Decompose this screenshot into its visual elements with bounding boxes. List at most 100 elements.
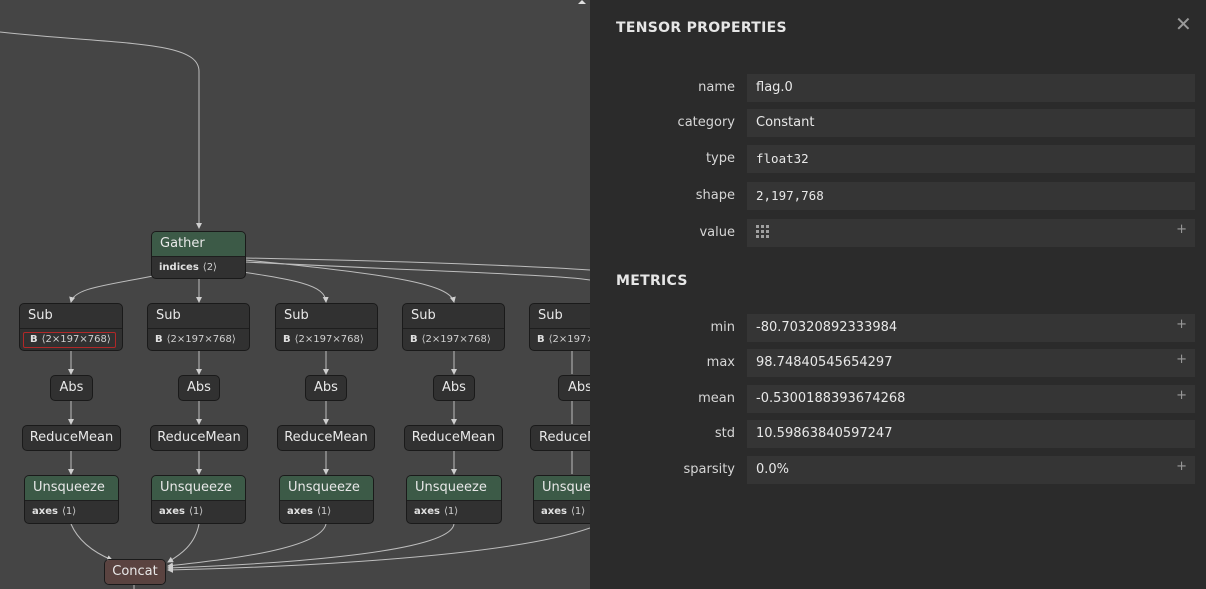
attr-value: ⟨2×197×768⟩	[294, 334, 364, 345]
expand-icon[interactable]: +	[1176, 315, 1187, 335]
property-value[interactable]: Constant	[747, 109, 1195, 137]
node-sub[interactable]: Sub B⟨2×197×768⟩	[147, 303, 250, 351]
metric-value[interactable]: 0.0% +	[747, 456, 1195, 484]
property-value[interactable]: flag.0	[747, 74, 1195, 102]
grid-dots-icon[interactable]	[756, 225, 769, 238]
metric-value[interactable]: -80.70320892333984 +	[747, 314, 1195, 342]
attr-value: ⟨2⟩	[202, 262, 217, 273]
node-unsqueeze[interactable]: Unsqueeze axes⟨1⟩	[151, 475, 246, 524]
node-reducemean[interactable]: ReduceMean	[277, 425, 375, 451]
metric-row-std: std 10.59863840597247	[590, 420, 1206, 448]
node-title: Unsqueeze	[25, 476, 118, 500]
node-title: Sub	[28, 308, 53, 323]
node-attribute: indices ⟨2⟩	[152, 256, 245, 278]
node-title: Sub	[411, 308, 436, 323]
node-attribute[interactable]: B⟨2×197×768⟩	[403, 328, 504, 350]
node-title: Unsqueeze	[534, 476, 590, 500]
attr-value: ⟨2×197×768⟩	[548, 334, 590, 345]
panel-title: TENSOR PROPERTIES	[616, 20, 787, 36]
metric-row-min: min -80.70320892333984 +	[590, 314, 1206, 342]
node-attribute: axes ⟨1⟩	[534, 500, 590, 522]
attr-value: ⟨1⟩	[61, 506, 77, 517]
node-unsqueeze[interactable]: Unsqueeze axes⟨1⟩	[279, 475, 374, 524]
metrics-title: METRICS	[616, 273, 688, 289]
node-title: ReduceMean	[157, 430, 241, 445]
metric-label: sparsity	[683, 462, 735, 477]
property-label: value	[699, 225, 735, 240]
node-concat[interactable]: Concat	[104, 559, 166, 585]
attr-name: axes	[159, 506, 185, 517]
metric-label: max	[706, 355, 735, 370]
attr-name: axes	[414, 506, 440, 517]
metric-label: min	[710, 320, 735, 335]
node-sub[interactable]: Sub B⟨2×197×768⟩	[275, 303, 378, 351]
attr-name: indices	[159, 262, 199, 273]
metric-value-text: -0.5300188393674268	[756, 391, 906, 406]
selected-input-highlight[interactable]: B ⟨2×197×768⟩	[23, 332, 116, 348]
node-sub[interactable]: Sub B⟨2×197×768⟩	[529, 303, 590, 351]
metric-row-sparsity: sparsity 0.0% +	[590, 456, 1206, 484]
node-title: Unsqueeze	[407, 476, 501, 500]
metric-label: std	[714, 426, 735, 441]
graph-canvas[interactable]: Gather indices ⟨2⟩ Sub B ⟨2×197×768⟩ Sub B…	[0, 0, 590, 589]
metric-value[interactable]: 10.59863840597247	[747, 420, 1195, 448]
node-sub[interactable]: Sub B⟨2×197×768⟩	[402, 303, 505, 351]
attr-name: B	[537, 334, 545, 345]
expand-icon[interactable]: +	[1176, 386, 1187, 406]
expand-icon[interactable]: +	[1176, 220, 1187, 240]
metric-row-mean: mean -0.5300188393674268 +	[590, 385, 1206, 413]
node-title: Abs	[314, 380, 338, 395]
node-attribute[interactable]: B⟨2×197×768⟩	[530, 328, 590, 350]
attr-name: B	[155, 334, 163, 345]
node-abs[interactable]: Abs	[305, 375, 347, 401]
attr-name: axes	[287, 506, 313, 517]
node-unsqueeze[interactable]: Unsqueeze axes⟨1⟩	[533, 475, 590, 524]
attr-value: ⟨1⟩	[316, 506, 332, 517]
metric-value-text: 0.0%	[756, 462, 790, 477]
property-row-shape: shape 2,197,768	[590, 182, 1206, 210]
node-title: ReduceMean	[539, 430, 590, 445]
node-sub[interactable]: Sub B⟨2×197×768⟩	[19, 303, 123, 351]
node-title: Abs	[442, 380, 466, 395]
node-reducemean[interactable]: ReduceMean	[404, 425, 503, 451]
attr-value: ⟨1⟩	[188, 506, 204, 517]
attr-value: ⟨1⟩	[570, 506, 586, 517]
node-unsqueeze[interactable]: Unsqueeze axes⟨1⟩	[406, 475, 502, 524]
node-attribute: axes ⟨1⟩	[25, 500, 118, 522]
tensor-properties-panel: TENSOR PROPERTIES ✕ name flag.0 category…	[590, 0, 1206, 589]
node-title: Abs	[568, 380, 590, 395]
property-row-value: value +	[590, 219, 1206, 247]
property-row-category: category Constant	[590, 109, 1206, 137]
node-attribute[interactable]: B⟨2×197×768⟩	[20, 328, 122, 350]
attr-value: ⟨2×197×768⟩	[421, 334, 491, 345]
metric-value[interactable]: -0.5300188393674268 +	[747, 385, 1195, 413]
node-title: Sub	[156, 308, 181, 323]
scroll-up-icon[interactable]	[578, 0, 586, 4]
expand-icon[interactable]: +	[1176, 457, 1187, 477]
expand-icon[interactable]: +	[1176, 350, 1187, 370]
node-reducemean[interactable]: ReduceMean	[150, 425, 248, 451]
node-attribute[interactable]: B⟨2×197×768⟩	[148, 328, 249, 350]
node-abs[interactable]: Abs	[178, 375, 220, 401]
metric-value-text: -80.70320892333984	[756, 320, 898, 335]
property-value[interactable]: 2,197,768	[747, 182, 1195, 210]
node-reducemean[interactable]: ReduceMean	[530, 425, 590, 451]
property-value[interactable]: +	[747, 219, 1195, 247]
node-abs[interactable]: Abs	[433, 375, 475, 401]
node-abs[interactable]: Abs	[558, 375, 590, 401]
node-abs[interactable]: Abs	[50, 375, 93, 401]
node-attribute: axes ⟨1⟩	[407, 500, 501, 522]
node-attribute[interactable]: B⟨2×197×768⟩	[276, 328, 377, 350]
close-icon[interactable]: ✕	[1175, 14, 1192, 34]
node-gather[interactable]: Gather indices ⟨2⟩	[151, 231, 246, 279]
property-label: type	[705, 151, 735, 166]
property-value[interactable]: float32	[747, 145, 1195, 173]
metric-value[interactable]: 98.74840545654297 +	[747, 349, 1195, 377]
attr-name: B	[30, 334, 38, 345]
attr-name: B	[410, 334, 418, 345]
node-title: Abs	[187, 380, 211, 395]
node-title: Abs	[59, 380, 84, 395]
node-reducemean[interactable]: ReduceMean	[22, 425, 121, 451]
attr-name: axes	[32, 506, 58, 517]
node-unsqueeze[interactable]: Unsqueeze axes⟨1⟩	[24, 475, 119, 524]
